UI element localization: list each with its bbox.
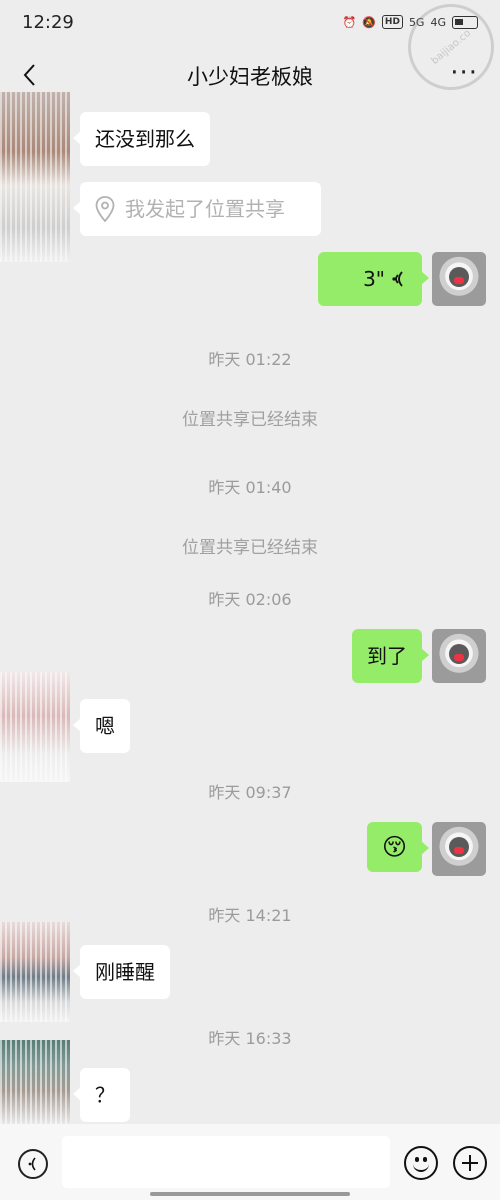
message-text: ？ <box>95 1083 115 1107</box>
timestamp: 昨天 14:21 <box>208 906 292 925</box>
contact-avatar[interactable] <box>0 922 70 1022</box>
add-attachment-button[interactable] <box>453 1146 487 1180</box>
kissing-face-emoji: 😚 <box>381 833 407 861</box>
contact-avatar[interactable] <box>0 672 70 782</box>
message-text: 嗯 <box>95 714 115 738</box>
sent-emoji-message[interactable]: 😚 <box>366 822 430 872</box>
voice-message[interactable]: 3" <box>318 252 429 306</box>
timestamp: 昨天 16:33 <box>208 1029 292 1048</box>
received-message[interactable]: ？ <box>73 1068 130 1122</box>
more-options-button[interactable]: ··· <box>450 58 478 88</box>
timestamp: 昨天 01:40 <box>208 478 292 497</box>
my-avatar[interactable] <box>432 822 486 876</box>
chevron-left-icon <box>23 64 35 86</box>
voice-wave-icon <box>392 271 403 287</box>
timestamp: 昨天 09:37 <box>208 783 292 802</box>
voice-input-toggle[interactable] <box>18 1149 48 1179</box>
timestamp: 昨天 01:22 <box>208 350 292 369</box>
system-message: 位置共享已经结束 <box>182 538 318 558</box>
my-avatar[interactable] <box>432 629 486 683</box>
voice-wave-icon <box>28 1157 36 1171</box>
contact-avatar[interactable] <box>0 1040 70 1124</box>
received-message[interactable]: 嗯 <box>73 699 130 753</box>
location-pin-icon <box>95 196 115 222</box>
smiley-icon <box>415 1157 419 1162</box>
chat-header: 小少妇老板娘 ··· <box>0 48 500 104</box>
chat-title: 小少妇老板娘 <box>187 65 313 89</box>
location-share-text: 我发起了位置共享 <box>125 197 285 221</box>
location-share-message[interactable]: 我发起了位置共享 <box>73 182 321 236</box>
message-text: 到了 <box>367 644 407 668</box>
back-button[interactable] <box>14 60 44 90</box>
home-indicator[interactable] <box>150 1192 350 1196</box>
contact-avatar[interactable] <box>0 92 70 262</box>
status-time: 12:29 <box>22 11 74 33</box>
message-text: 还没到那么 <box>95 127 195 151</box>
voice-duration: 3" <box>363 267 385 291</box>
message-input[interactable] <box>62 1136 390 1188</box>
received-message[interactable]: 还没到那么 <box>73 112 210 166</box>
message-text: 刚睡醒 <box>95 960 155 984</box>
hd-icon: HD <box>381 15 403 29</box>
emoji-button[interactable] <box>404 1146 438 1180</box>
system-message: 位置共享已经结束 <box>182 410 318 430</box>
sent-message[interactable]: 到了 <box>352 629 429 683</box>
my-avatar[interactable] <box>432 252 486 306</box>
mute-icon: 🔕 <box>362 15 376 29</box>
input-bar <box>0 1124 500 1200</box>
timestamp: 昨天 02:06 <box>208 590 292 609</box>
received-message[interactable]: 刚睡醒 <box>73 945 170 999</box>
alarm-icon: ⏰ <box>342 15 357 29</box>
